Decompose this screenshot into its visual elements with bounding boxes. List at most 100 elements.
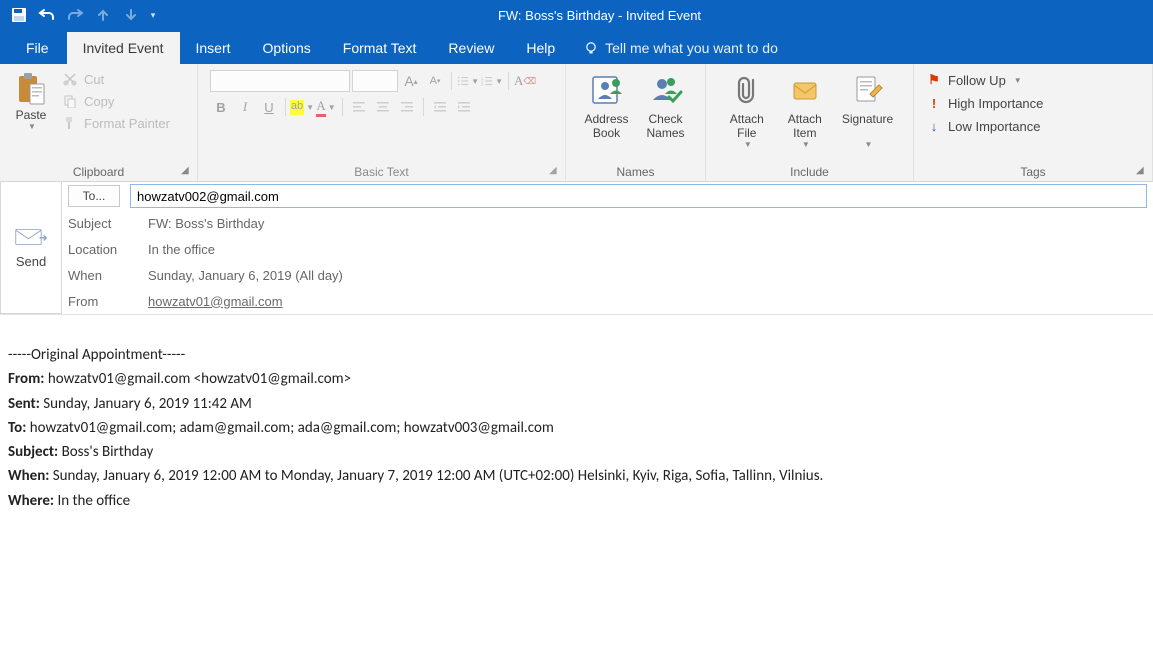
- group-label-names: Names: [574, 162, 697, 181]
- send-label: Send: [16, 254, 46, 269]
- low-importance-button[interactable]: ↓ Low Importance: [922, 117, 1047, 136]
- from-label: From: [68, 294, 148, 309]
- body-sent-label: Sent:: [8, 395, 40, 413]
- grow-font-icon[interactable]: A▴: [400, 70, 422, 92]
- attach-item-label: Attach Item: [788, 112, 822, 140]
- arrow-down-icon: ↓: [926, 119, 942, 134]
- body-sent-value: Sunday, January 6, 2019 11:42 AM: [40, 395, 252, 413]
- chevron-down-icon: ▼: [744, 140, 752, 149]
- body-subject-label: Subject:: [8, 443, 58, 461]
- signature-icon: [850, 72, 886, 108]
- when-value: Sunday, January 6, 2019 (All day): [148, 266, 343, 285]
- original-divider: -----Original Appointment-----: [8, 344, 1145, 367]
- check-names-label: Check Names: [647, 112, 685, 140]
- scissors-icon: [62, 71, 78, 87]
- tab-invited-event[interactable]: Invited Event: [67, 32, 180, 64]
- check-names-icon: [648, 72, 684, 108]
- check-names-button[interactable]: Check Names: [639, 68, 693, 144]
- clear-formatting-icon[interactable]: A⌫: [514, 70, 536, 92]
- attach-item-button[interactable]: Attach Item▼: [778, 68, 832, 153]
- body-where-value: In the office: [54, 492, 130, 510]
- location-label: Location: [68, 242, 148, 257]
- align-left-icon[interactable]: [348, 96, 370, 118]
- dialog-launcher-icon[interactable]: ◢: [1136, 165, 1148, 177]
- high-importance-button[interactable]: ! High Importance: [922, 94, 1047, 113]
- cut-button[interactable]: Cut: [58, 70, 174, 88]
- previous-item-icon[interactable]: [92, 4, 114, 26]
- message-header: Send To... Subject FW: Boss's Birthday L…: [0, 182, 1153, 315]
- tab-options[interactable]: Options: [247, 32, 327, 64]
- chevron-down-icon: ▼: [28, 122, 36, 131]
- align-center-icon[interactable]: [372, 96, 394, 118]
- chevron-down-icon: ▼: [802, 140, 810, 149]
- window-title: FW: Boss's Birthday - Invited Event: [166, 8, 1033, 23]
- follow-up-label: Follow Up: [948, 73, 1006, 88]
- send-icon: [14, 226, 48, 248]
- font-size-select[interactable]: [352, 70, 398, 92]
- tab-insert[interactable]: Insert: [180, 32, 247, 64]
- highlight-icon[interactable]: ab▼: [291, 96, 313, 118]
- flag-icon: ⚑: [926, 72, 942, 88]
- numbering-icon[interactable]: 123▼: [481, 70, 503, 92]
- body-when-label: When:: [8, 467, 49, 485]
- tab-review[interactable]: Review: [432, 32, 510, 64]
- subject-label: Subject: [68, 216, 148, 231]
- address-book-label: Address Book: [584, 112, 628, 140]
- copy-button[interactable]: Copy: [58, 92, 174, 110]
- align-right-icon[interactable]: [396, 96, 418, 118]
- underline-button[interactable]: U: [258, 96, 280, 118]
- paintbrush-icon: [62, 115, 78, 131]
- dialog-launcher-icon[interactable]: ◢: [549, 165, 561, 177]
- body-subject-value: Boss's Birthday: [58, 443, 153, 461]
- body-to-value: howzatv01@gmail.com; adam@gmail.com; ada…: [26, 419, 554, 437]
- italic-button[interactable]: I: [234, 96, 256, 118]
- paste-label: Paste: [16, 108, 47, 122]
- paste-button[interactable]: Paste▼: [8, 68, 54, 135]
- qat-customize-icon[interactable]: ▾: [148, 10, 158, 21]
- copy-label: Copy: [84, 94, 114, 109]
- paperclip-icon: [729, 72, 765, 108]
- bullets-icon[interactable]: ▼: [457, 70, 479, 92]
- group-label-clipboard: Clipboard: [8, 162, 189, 181]
- format-painter-button[interactable]: Format Painter: [58, 114, 174, 132]
- save-icon[interactable]: [8, 4, 30, 26]
- title-bar: ▾ FW: Boss's Birthday - Invited Event: [0, 0, 1153, 30]
- signature-button[interactable]: Signature ▼: [836, 68, 899, 153]
- dialog-launcher-icon[interactable]: ◢: [181, 165, 193, 177]
- signature-label: Signature: [842, 112, 893, 126]
- font-color-icon[interactable]: A▼: [315, 96, 337, 118]
- tab-help[interactable]: Help: [510, 32, 571, 64]
- ribbon-tabs: File Invited Event Insert Options Format…: [0, 30, 1153, 64]
- tell-me-search[interactable]: Tell me what you want to do: [571, 32, 790, 64]
- tab-file[interactable]: File: [8, 32, 67, 64]
- body-when-value: Sunday, January 6, 2019 12:00 AM to Mond…: [49, 467, 823, 485]
- body-to-label: To:: [8, 419, 26, 437]
- address-book-icon: [589, 72, 625, 108]
- shrink-font-icon[interactable]: A▾: [424, 70, 446, 92]
- send-button[interactable]: Send: [0, 182, 62, 314]
- cut-label: Cut: [84, 72, 104, 87]
- undo-icon[interactable]: [36, 4, 58, 26]
- group-label-include: Include: [714, 162, 905, 181]
- redo-icon[interactable]: [64, 4, 86, 26]
- bold-button[interactable]: B: [210, 96, 232, 118]
- address-book-button[interactable]: Address Book: [578, 68, 634, 144]
- follow-up-button[interactable]: ⚑ Follow Up ▼: [922, 70, 1047, 90]
- message-body[interactable]: -----Original Appointment----- From: how…: [0, 315, 1153, 522]
- format-painter-label: Format Painter: [84, 116, 170, 131]
- attach-file-button[interactable]: Attach File▼: [720, 68, 774, 153]
- group-label-tags: Tags: [922, 162, 1144, 181]
- to-input[interactable]: [130, 184, 1147, 208]
- tab-format-text[interactable]: Format Text: [327, 32, 433, 64]
- increase-indent-icon[interactable]: [453, 96, 475, 118]
- when-label: When: [68, 268, 148, 283]
- exclamation-icon: !: [926, 96, 942, 111]
- decrease-indent-icon[interactable]: [429, 96, 451, 118]
- from-value[interactable]: howzatv01@gmail.com: [148, 292, 283, 311]
- next-item-icon[interactable]: [120, 4, 142, 26]
- clipboard-icon: [14, 72, 48, 106]
- subject-value[interactable]: FW: Boss's Birthday: [148, 214, 264, 233]
- to-button[interactable]: To...: [68, 185, 120, 207]
- font-family-select[interactable]: [210, 70, 350, 92]
- chevron-down-icon: ▼: [865, 140, 873, 149]
